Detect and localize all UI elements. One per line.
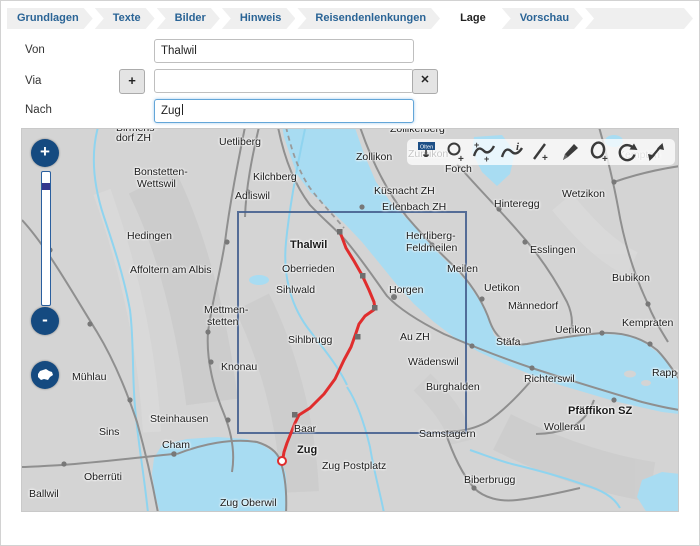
map-label: Zug Postplatz [322, 460, 386, 472]
von-label: Von [25, 44, 45, 56]
breadcrumb-item-grundlagen[interactable]: Grundlagen [7, 8, 93, 29]
map-label: Baar [294, 423, 316, 435]
map-label: stetten [207, 316, 239, 328]
svg-text:+: + [474, 140, 479, 150]
nach-input[interactable]: Zug [154, 99, 414, 123]
map-label: Rapperswil [652, 367, 679, 379]
map-label: Samstagern [419, 428, 476, 440]
place-label-tool[interactable]: Olten [413, 140, 439, 164]
map-label: Kilchberg [253, 171, 297, 183]
map-label: Stäfa [496, 336, 521, 348]
zoom-out-button[interactable]: - [31, 307, 59, 335]
map-label: Wädenswil [408, 356, 459, 368]
via-label: Via [25, 75, 41, 87]
map-label: Knonau [221, 361, 257, 373]
map-label: Herrliberg- [406, 230, 456, 242]
svg-text:Olten: Olten [420, 144, 433, 150]
map-label: Küsnacht ZH [374, 185, 435, 197]
add-point-tool[interactable]: + [442, 140, 468, 164]
map-label: Zug [297, 444, 317, 456]
map-label: Sihlwald [276, 284, 315, 296]
map-label: Hinteregg [494, 198, 540, 210]
switzerland-outline-icon [36, 368, 54, 382]
route-end-marker [278, 457, 286, 465]
breadcrumb-filler [585, 8, 693, 29]
von-input[interactable]: Thalwil [154, 39, 414, 63]
map-label: Wollerau [544, 421, 585, 433]
edit-pencil-tool[interactable] [557, 140, 583, 164]
map-label: Meilen [447, 263, 478, 275]
breadcrumb: GrundlagenTexteBilderHinweisReisendenlen… [7, 8, 693, 29]
map-label: Hedingen [127, 230, 172, 242]
map-canvas[interactable]: Birmens-dorf ZHUetlibergZollikerbergZoll… [21, 128, 679, 512]
breadcrumb-item-hinweis[interactable]: Hinweis [222, 8, 296, 29]
breadcrumb-item-lage[interactable]: Lage [442, 8, 500, 29]
remove-via-button[interactable]: ✕ [412, 69, 438, 94]
zoom-in-button[interactable]: + [31, 139, 59, 167]
breadcrumb-item-vorschau[interactable]: Vorschau [502, 8, 583, 29]
add-via-button[interactable]: + [119, 69, 145, 94]
svg-text:+: + [458, 154, 464, 164]
zoom-slider[interactable] [41, 171, 51, 306]
map-label: dorf ZH [116, 132, 151, 144]
add-route-tool[interactable]: + + [471, 140, 497, 164]
map-label: Zollikon [356, 151, 392, 163]
map-label: Esslingen [530, 244, 576, 256]
svg-text:+: + [602, 154, 608, 164]
overview-switzerland-button[interactable] [31, 361, 59, 389]
text-caret [182, 104, 183, 115]
add-node-tool[interactable]: + [586, 140, 612, 164]
svg-text:+: + [484, 154, 489, 164]
route-info-tool[interactable]: i [499, 140, 525, 164]
map-label: Oberrüti [84, 471, 122, 483]
map-label: Biberbrugg [464, 474, 515, 486]
map-label: Uerikon [555, 324, 591, 336]
map-toolbar: Olten + + + i [407, 139, 675, 165]
wizard-page: GrundlagenTexteBilderHinweisReisendenlen… [0, 0, 700, 546]
refresh-tool[interactable] [614, 140, 640, 164]
map-label: Burghalden [426, 381, 480, 393]
nach-label: Nach [25, 104, 52, 116]
map-label: Uetikon [484, 282, 520, 294]
map-label: Adliswil [235, 190, 270, 202]
zoom-slider-handle[interactable] [42, 183, 50, 190]
map-label: Bonstetten- [134, 166, 188, 178]
map-label: Kempraten [622, 317, 673, 329]
map-label: Männedorf [508, 300, 558, 312]
map-label: Uetliberg [219, 136, 261, 148]
map-label: Bubikon [612, 272, 650, 284]
map-label: Richterswil [524, 373, 575, 385]
breadcrumb-item-reisendenlenkungen[interactable]: Reisendenlenkungen [297, 8, 440, 29]
map-label: Pfäffikon SZ [568, 405, 632, 417]
map-label: Zug Oberwil [220, 497, 277, 509]
map-label: Au ZH [400, 331, 430, 343]
breadcrumb-item-texte[interactable]: Texte [95, 8, 155, 29]
map-label: Horgen [389, 284, 423, 296]
via-input[interactable] [154, 69, 414, 93]
breadcrumb-item-bilder[interactable]: Bilder [157, 8, 220, 29]
fullscreen-tool[interactable] [643, 140, 669, 164]
map-label: Oberrieden [282, 263, 335, 275]
map-label: Ballwil [29, 488, 59, 500]
map-label: Wetzikon [562, 188, 605, 200]
map-label: Erlenbach ZH [382, 201, 446, 213]
add-segment-tool[interactable]: + [528, 140, 554, 164]
map-label: Thalwil [290, 239, 327, 251]
map-label: Mühlau [72, 371, 106, 383]
map-label: Steinhausen [150, 413, 208, 425]
map-label: Zollikerberg [390, 128, 445, 135]
map-label: Wettswil [137, 178, 176, 190]
map-label: Affoltern am Albis [130, 264, 212, 276]
map-graphics [22, 129, 679, 512]
map-label: Mettmen- [204, 304, 248, 316]
map-label: Sihlbrugg [288, 334, 332, 346]
map-label: Cham [162, 439, 190, 451]
map-label: Feldmeilen [406, 242, 457, 254]
map-label: Sins [99, 426, 119, 438]
svg-text:+: + [542, 153, 548, 164]
